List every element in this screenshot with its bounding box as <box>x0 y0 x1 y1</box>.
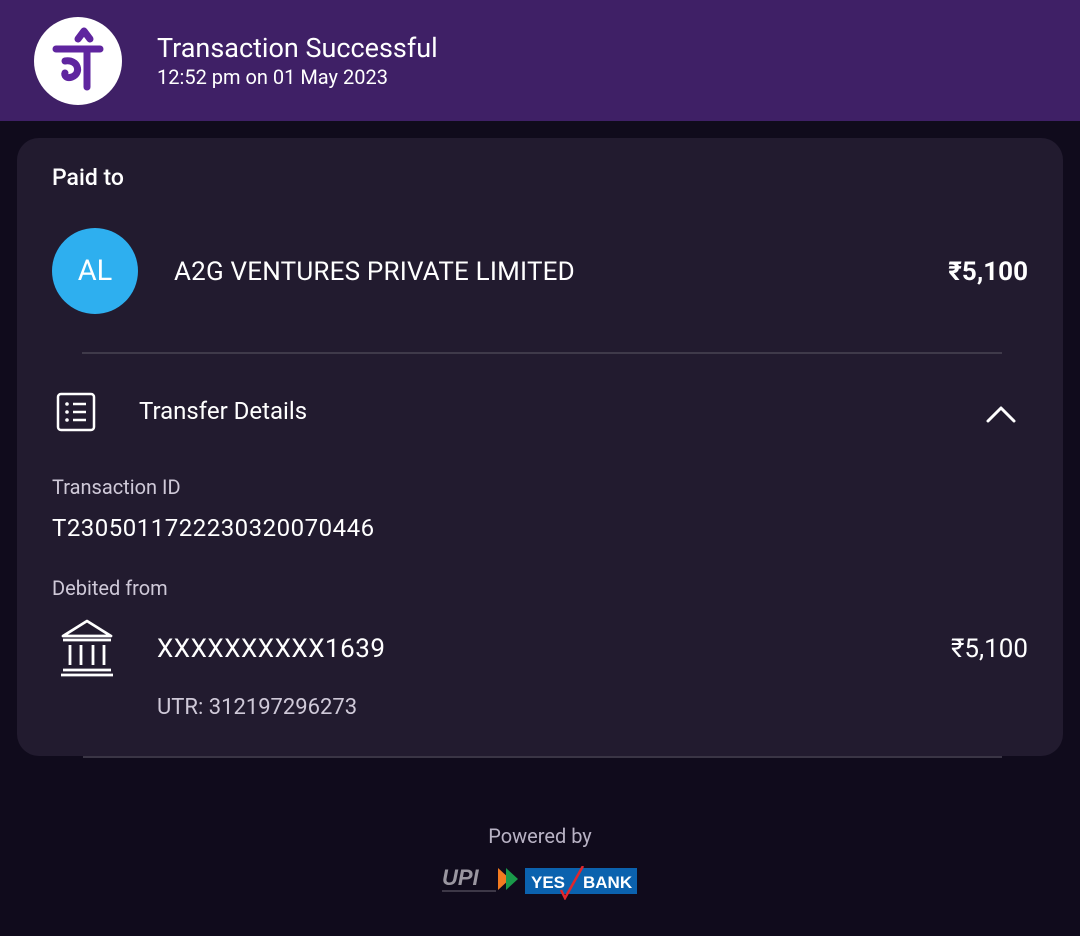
debited-amount: ₹5,100 <box>950 634 1028 664</box>
section-divider <box>82 352 1002 354</box>
transaction-status-title: Transaction Successful <box>157 32 438 64</box>
debit-account-number: XXXXXXXXXX1639 <box>157 634 386 664</box>
receipt-list-icon <box>56 392 96 436</box>
chevron-up-icon[interactable] <box>979 398 1023 428</box>
yes-bank-yes-text: YES <box>531 873 565 892</box>
payee-avatar: AL <box>52 228 138 314</box>
yes-bank-logo-icon: YES BANK <box>525 865 637 904</box>
avatar-initials: AL <box>77 254 113 288</box>
transfer-details-label[interactable]: Transfer Details <box>139 395 307 427</box>
phonepe-logo-icon <box>34 17 122 105</box>
footer-divider <box>83 756 1002 758</box>
bank-icon <box>59 618 115 682</box>
upi-logo-text: UPI <box>442 865 480 890</box>
transaction-card: Paid to AL A2G VENTURES PRIVATE LIMITED … <box>17 138 1063 756</box>
paid-to-label: Paid to <box>52 164 124 191</box>
upi-logo-icon: UPI <box>440 864 520 898</box>
powered-by-label: Powered by <box>488 824 592 848</box>
transaction-id-value[interactable]: T2305011722230320070446 <box>52 512 375 544</box>
yes-bank-bank-text: BANK <box>583 873 633 892</box>
paid-amount: ₹5,100 <box>948 257 1028 287</box>
transaction-id-label: Transaction ID <box>52 475 181 499</box>
debited-from-label: Debited from <box>52 576 168 600</box>
transaction-timestamp: 12:52 pm on 01 May 2023 <box>157 65 388 89</box>
payee-name: A2G VENTURES PRIVATE LIMITED <box>174 257 575 287</box>
header-bar: Transaction Successful 12:52 pm on 01 Ma… <box>0 0 1080 121</box>
utr-number[interactable]: UTR: 312197296273 <box>157 693 357 723</box>
